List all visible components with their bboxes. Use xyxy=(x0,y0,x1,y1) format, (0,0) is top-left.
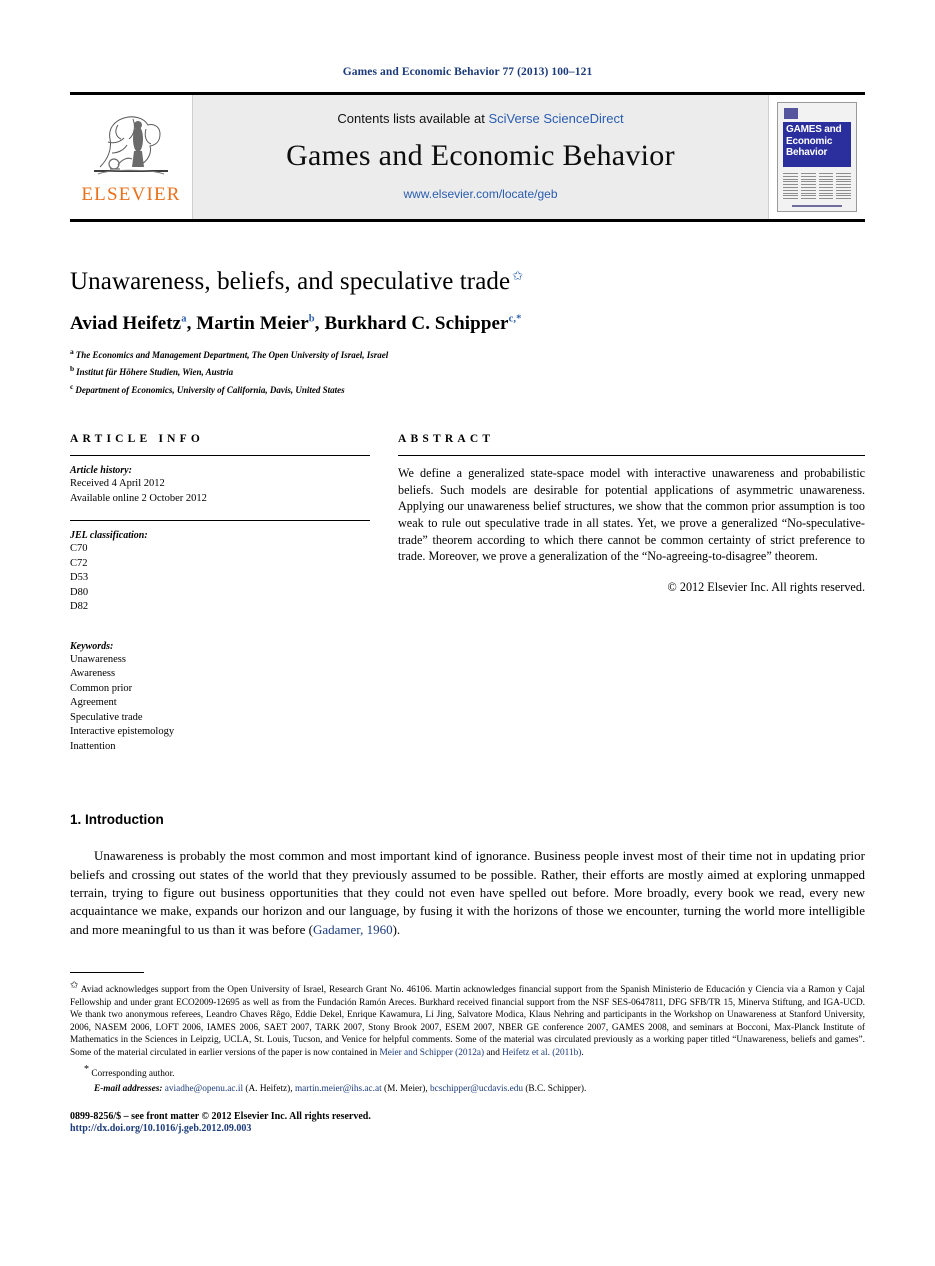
author-name: Martin Meier xyxy=(196,312,309,334)
affiliation-list: a The Economics and Management Department… xyxy=(70,345,865,398)
journal-cover-container: GAMES and Economic Behavior xyxy=(769,95,865,219)
email-addresses-footnote: E-mail addresses: aviadhe@openu.ac.il (A… xyxy=(94,1084,587,1095)
affiliation-item: b Institut für Höhere Studien, Wien, Aust… xyxy=(70,362,865,380)
affiliation-text: Department of Economics, University of C… xyxy=(75,384,345,395)
email-owner-heifetz: (A. Heifetz) xyxy=(245,1084,291,1095)
abstract-copyright: © 2012 Elsevier Inc. All rights reserved… xyxy=(667,579,865,594)
jel-code: C70 xyxy=(70,543,88,555)
affiliation-text: The Economics and Management Department,… xyxy=(75,349,389,360)
divider xyxy=(70,455,370,457)
affiliation-item: c Department of Economics, University of … xyxy=(70,380,865,398)
introduction-paragraph: Unawareness is probably the most common … xyxy=(70,847,865,939)
article-first-page: Games and Economic Behavior 77 (2013) 10… xyxy=(0,0,935,1266)
footnote-divider xyxy=(70,972,144,973)
cover-column xyxy=(836,173,851,199)
citation-link-meier-schipper[interactable]: Meier and Schipper (2012a) xyxy=(380,1048,485,1058)
article-history-label: Article history: xyxy=(70,465,132,477)
corresponding-author-marker: * xyxy=(84,1063,89,1075)
jel-code: D53 xyxy=(70,572,89,584)
email-link-heifetz[interactable]: aviadhe@openu.ac.il xyxy=(165,1084,243,1094)
affiliation-text: Institut für Höhere Studien, Wien, Austr… xyxy=(76,367,234,378)
journal-cover-thumbnail[interactable]: GAMES and Economic Behavior xyxy=(777,102,857,212)
contents-prefix-text: Contents lists available at xyxy=(337,111,489,126)
cover-title-text: GAMES and Economic Behavior xyxy=(783,122,851,167)
citation-link-heifetz[interactable]: Heifetz et al. (2011b) xyxy=(502,1048,581,1058)
footnote-block: ✩ Aviad acknowledges support from the Op… xyxy=(70,972,865,1134)
doi-link[interactable]: http://dx.doi.org/10.1016/j.geb.2012.09.… xyxy=(70,1123,865,1134)
keyword-item: Unawareness xyxy=(70,653,126,665)
jel-code: C72 xyxy=(70,557,88,569)
affiliation-label: c xyxy=(70,381,74,391)
corresponding-author-text: Corresponding author. xyxy=(91,1068,175,1079)
acknowledgement-joiner: and xyxy=(484,1048,503,1059)
keyword-item: Awareness xyxy=(70,668,116,680)
author-affiliation-marker[interactable]: b xyxy=(309,313,315,324)
divider xyxy=(398,455,865,457)
article-history-online: Available online 2 October 2012 xyxy=(70,492,207,504)
email-addresses-label: E-mail addresses: xyxy=(94,1084,163,1095)
jel-code: D82 xyxy=(70,601,89,613)
elsevier-logo: ELSEVIER xyxy=(70,95,192,219)
keywords-label: Keywords: xyxy=(70,640,114,652)
paper-title-text: Unawareness, beliefs, and speculative tr… xyxy=(70,268,511,295)
jel-classification-label: JEL classification: xyxy=(70,530,148,542)
citation-link-gadamer[interactable]: Gadamer, 1960 xyxy=(313,922,393,937)
cover-footer-line xyxy=(792,204,842,207)
keyword-item: Speculative trade xyxy=(70,711,143,723)
footnote-star-marker: ✩ xyxy=(70,980,79,991)
cover-contents-lines xyxy=(783,173,851,199)
affiliation-label: b xyxy=(70,364,75,374)
elsevier-wordmark: ELSEVIER xyxy=(81,183,181,205)
cover-column xyxy=(783,173,798,199)
corresponding-author-footnote: * Corresponding author. xyxy=(70,1064,865,1081)
issn-copyright-line: 0899-8256/$ – see front matter © 2012 El… xyxy=(70,1110,371,1122)
keyword-item: Agreement xyxy=(70,697,117,709)
cover-column xyxy=(800,173,816,199)
journal-title: Games and Economic Behavior xyxy=(286,139,675,172)
elsevier-tree-icon xyxy=(88,109,174,183)
author-name: Burkhard C. Schipper xyxy=(324,312,509,334)
abstract-column: ABSTRACT We define a generalized state-s… xyxy=(398,433,865,754)
author-list: Aviad Heifetza, Martin Meierb, Burkhard … xyxy=(70,312,522,334)
email-owner-meier: (M. Meier) xyxy=(384,1084,426,1095)
acknowledgement-end: . xyxy=(581,1048,584,1059)
email-link-meier[interactable]: martin.meier@ihs.ac.at xyxy=(295,1084,382,1094)
article-history-received: Received 4 April 2012 xyxy=(70,478,165,490)
keyword-item: Inattention xyxy=(70,740,116,752)
email-owner-schipper: (B.C. Schipper) xyxy=(525,1084,584,1095)
paragraph-text-part1: Unawareness is probably the most common … xyxy=(70,848,865,937)
section-heading-introduction: 1. Introduction xyxy=(70,812,164,828)
acknowledgement-footnote: ✩ Aviad acknowledges support from the Op… xyxy=(70,980,865,1060)
keywords-block: Keywords: Unawareness Awareness Common p… xyxy=(70,641,370,755)
divider xyxy=(70,520,370,522)
keyword-item: Common prior xyxy=(70,682,133,694)
article-info-column: ARTICLE INFO Article history: Received 4… xyxy=(70,433,370,754)
title-block: Unawareness, beliefs, and speculative tr… xyxy=(70,268,865,397)
abstract-text: We define a generalized state-space mode… xyxy=(398,466,865,564)
author-name: Aviad Heifetz xyxy=(70,312,182,334)
cover-column xyxy=(818,173,834,199)
cover-elsevier-mark-icon xyxy=(784,108,798,119)
email-link-schipper[interactable]: bcschipper@ucdavis.edu xyxy=(430,1084,523,1094)
introduction-section: 1. Introduction Unawareness is probably … xyxy=(70,812,865,939)
abstract-heading: ABSTRACT xyxy=(398,433,495,446)
journal-masthead: ELSEVIER Contents lists available at Sci… xyxy=(70,92,865,222)
contents-available-line: Contents lists available at SciVerse Sci… xyxy=(337,111,623,126)
jel-code: D80 xyxy=(70,586,89,598)
author-affiliation-marker[interactable]: a xyxy=(181,313,186,324)
affiliation-item: a The Economics and Management Department… xyxy=(70,345,865,363)
author-affiliation-marker[interactable]: c,* xyxy=(509,313,522,324)
masthead-center-panel: Contents lists available at SciVerse Sci… xyxy=(192,95,769,219)
keyword-item: Interactive epistemology xyxy=(70,726,175,738)
journal-running-head: Games and Economic Behavior 77 (2013) 10… xyxy=(342,66,593,78)
info-abstract-row: ARTICLE INFO Article history: Received 4… xyxy=(70,433,865,754)
sciencedirect-link[interactable]: SciVerse ScienceDirect xyxy=(488,111,623,126)
journal-homepage-link[interactable]: www.elsevier.com/locate/geb xyxy=(403,187,557,201)
paragraph-text-part2: ). xyxy=(392,921,401,937)
article-info-heading: ARTICLE INFO xyxy=(70,433,205,446)
page-title: Unawareness, beliefs, and speculative tr… xyxy=(70,268,865,297)
title-footnote-marker[interactable]: ✩ xyxy=(512,268,523,283)
affiliation-label: a xyxy=(70,346,74,356)
